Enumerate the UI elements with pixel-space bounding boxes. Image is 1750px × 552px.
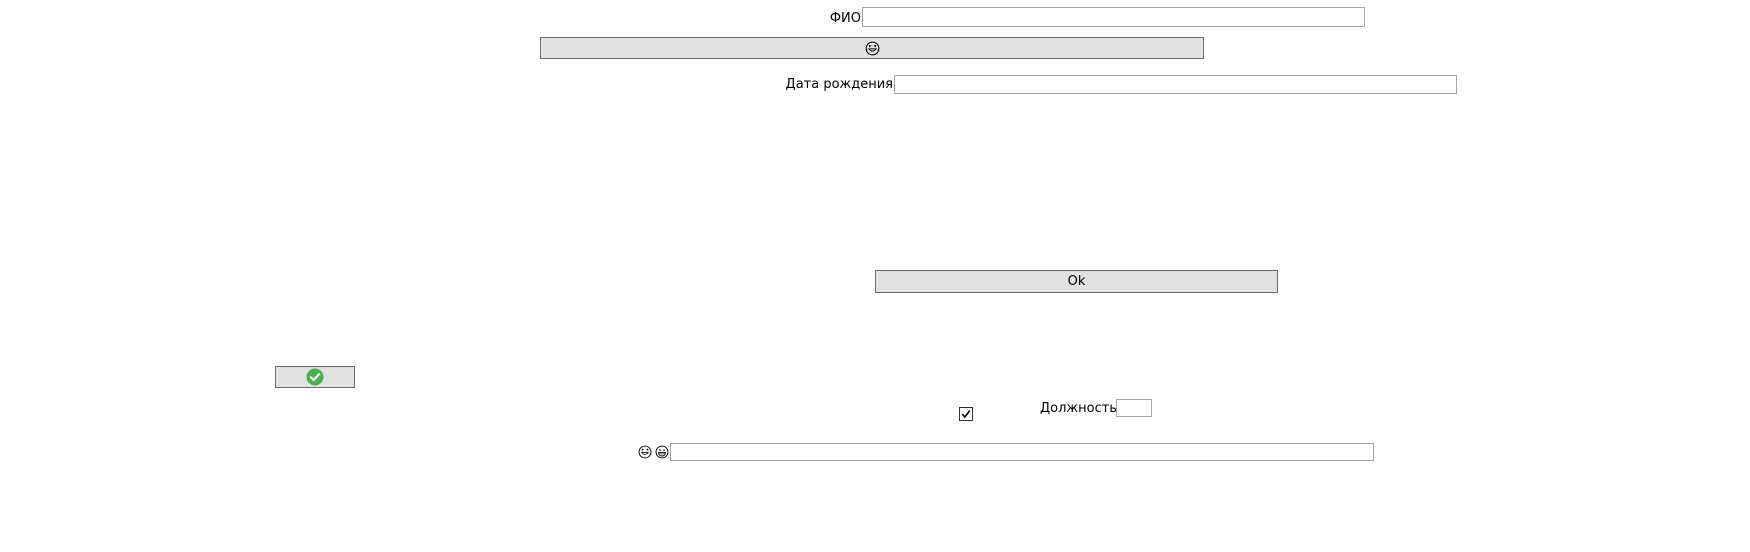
checkmark-icon	[961, 410, 971, 419]
laughing-face-icon	[638, 445, 652, 459]
birthdate-label: Дата рождения	[785, 77, 893, 92]
laughing-face-icon	[865, 41, 879, 55]
confirm-button[interactable]	[275, 366, 355, 388]
grinning-face-icon	[655, 445, 669, 459]
birthdate-input[interactable]	[894, 75, 1457, 94]
ok-button[interactable]: Ok	[875, 270, 1278, 293]
emoji-button[interactable]	[540, 37, 1204, 59]
position-label: Должность	[1040, 401, 1117, 416]
checkbox[interactable]	[959, 407, 973, 421]
fio-input[interactable]	[862, 7, 1365, 27]
green-check-circle-icon	[306, 368, 324, 386]
fio-label: ФИО	[829, 11, 861, 26]
position-input[interactable]	[1116, 399, 1152, 417]
bottom-input[interactable]	[670, 443, 1374, 461]
